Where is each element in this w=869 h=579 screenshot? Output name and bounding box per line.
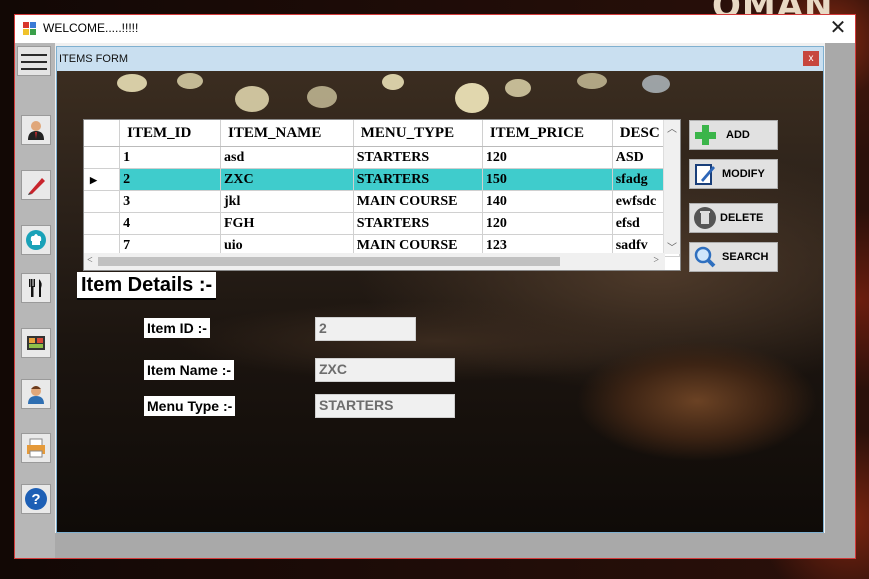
sidebar-user-button[interactable] [21,115,51,145]
cell-item-id[interactable]: 4 [119,212,221,235]
sidebar-customer-button[interactable] [21,379,51,409]
user-icon [28,121,44,140]
item-name-label: Item Name :- [144,360,235,380]
sidebar-orders-button[interactable] [21,328,51,358]
edit-icon [695,164,715,185]
row-header[interactable] [84,212,121,235]
hamburger-menu-button[interactable] [17,46,51,76]
help-icon: ? [25,488,47,510]
grid-horizontal-scrollbar[interactable]: < > [84,253,665,270]
items-form-title: ITEMS FORM [59,53,129,65]
window-title: WELCOME.....!!!!! [43,21,139,35]
cell-menu-type[interactable]: MAIN COURSE [353,190,483,213]
cell-menu-type[interactable]: STARTERS [353,146,483,169]
table-row[interactable]: ▶ 2 ZXC STARTERS 150 sfadg [84,168,680,191]
chef-hat-icon [26,230,46,250]
grid-vertical-scrollbar[interactable]: ︿ ﹀ [663,120,680,254]
customer-icon [28,386,44,404]
sidebar-print-button[interactable] [21,433,51,463]
items-form-window: ITEMS FORM x ITEM_ID ITEM_NAME MENU_TYPE… [56,46,824,533]
delete-button[interactable]: DELETE [689,203,778,233]
cell-item-id[interactable]: 1 [119,146,221,169]
sidebar-help-button[interactable]: ? [21,484,51,514]
grid-column-header[interactable]: ITEM_PRICE [482,120,613,147]
printer-icon [27,438,45,458]
pen-icon [28,178,45,195]
table-row[interactable]: 3 jkl MAIN COURSE 140 ewfsdc [84,190,680,213]
item-details-heading: Item Details :- [77,272,217,300]
menu-type-label: Menu Type :- [144,396,236,416]
table-row[interactable]: 4 FGH STARTERS 120 efsd [84,212,680,235]
grid-column-header[interactable]: ITEM_ID [119,120,221,147]
menu-type-field[interactable]: STARTERS [315,394,455,418]
cell-menu-type[interactable]: STARTERS [353,168,483,191]
cell-item-name[interactable]: ZXC [220,168,354,191]
svg-text:?: ? [31,491,40,508]
table-row[interactable]: 1 asd STARTERS 120 ASD [84,146,680,169]
cell-item-price[interactable]: 150 [482,168,613,191]
item-id-field[interactable]: 2 [315,317,416,341]
plus-icon [695,125,716,145]
food-icon [27,336,45,350]
window-close-button[interactable]: ✕ [827,17,849,39]
modify-button[interactable]: MODIFY [689,159,778,189]
current-row-arrow-icon: ▶ [90,174,97,185]
search-icon [694,246,716,268]
horizontal-scroll-thumb[interactable] [98,257,560,266]
sidebar-chef-button[interactable] [21,225,51,255]
mdi-bottom-strip [55,533,825,558]
cell-item-price[interactable]: 120 [482,146,613,169]
cell-item-id[interactable]: 2 [119,168,221,191]
scroll-up-icon[interactable]: ︿ [667,120,677,135]
scroll-down-icon[interactable]: ﹀ [667,239,677,254]
app-icon [23,22,36,35]
grid-corner-header [84,120,121,147]
row-header[interactable]: ▶ [84,168,121,191]
grid-column-header[interactable]: ITEM_NAME [220,120,354,147]
items-form-title-bar: ITEMS FORM x [57,47,823,71]
mdi-right-strip [825,43,855,558]
item-name-field[interactable]: ZXC [315,358,455,382]
sidebar-edit-button[interactable] [21,170,51,200]
cell-menu-type[interactable]: STARTERS [353,212,483,235]
cell-item-name[interactable]: jkl [220,190,354,213]
items-form-close-button[interactable]: x [803,51,819,66]
sidebar-menu-items-button[interactable] [21,273,51,303]
row-header[interactable] [84,190,121,213]
add-button[interactable]: ADD [689,120,778,150]
cell-item-price[interactable]: 120 [482,212,613,235]
row-header[interactable] [84,146,121,169]
restaurant-background-image: ITEM_ID ITEM_NAME MENU_TYPE ITEM_PRICE D… [57,71,823,532]
items-data-grid[interactable]: ITEM_ID ITEM_NAME MENU_TYPE ITEM_PRICE D… [83,119,681,271]
main-window: WELCOME.....!!!!! ✕ ? ITEMS FORM x ITEM_… [14,14,856,559]
cell-item-name[interactable]: FGH [220,212,354,235]
scroll-right-icon[interactable]: > [653,255,659,266]
search-button[interactable]: SEARCH [689,242,778,272]
grid-column-header[interactable]: MENU_TYPE [353,120,483,147]
cell-item-name[interactable]: asd [220,146,354,169]
trash-icon [694,207,716,229]
cell-item-price[interactable]: 140 [482,190,613,213]
item-id-label: Item ID :- [144,318,210,338]
title-bar: WELCOME.....!!!!! ✕ [15,15,855,43]
cell-item-id[interactable]: 3 [119,190,221,213]
fork-knife-icon [29,279,42,297]
sidebar: ? [15,43,55,558]
scroll-left-icon[interactable]: < [87,255,93,266]
